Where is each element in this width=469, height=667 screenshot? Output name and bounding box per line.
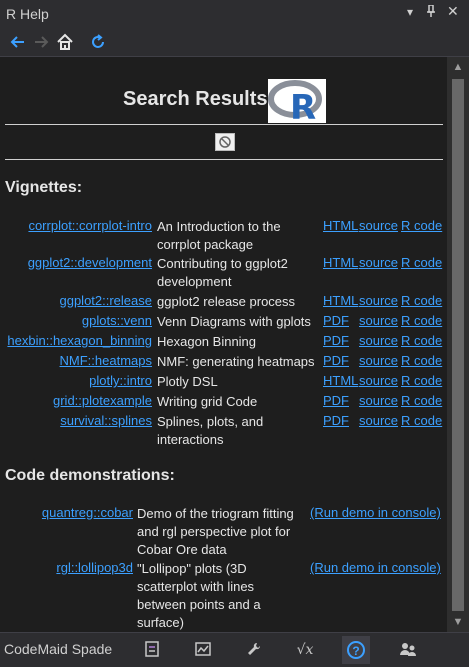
function-icon[interactable]: √x xyxy=(295,640,315,660)
demo-package-link[interactable]: quantreg::cobar xyxy=(42,505,133,520)
dropdown-icon[interactable]: ▾ xyxy=(407,5,413,19)
vignette-rcode-link[interactable]: R code xyxy=(401,393,442,408)
run-demo-link[interactable]: (Run demo in console) xyxy=(310,560,441,575)
vignette-description: Contributing to ggplot2 development xyxy=(157,256,288,289)
help-question-icon: ? xyxy=(347,641,365,659)
vignette-description: Plotly DSL xyxy=(157,374,218,389)
vignette-source-link[interactable]: source xyxy=(359,255,398,270)
people-icon[interactable] xyxy=(398,640,418,660)
solution-explorer-icon[interactable] xyxy=(142,640,162,660)
forward-arrow-icon[interactable] xyxy=(32,33,50,51)
vertical-scrollbar[interactable]: ▲ ▼ xyxy=(447,57,469,632)
vignette-format-link[interactable]: PDF xyxy=(323,353,349,368)
vignette-format-link[interactable]: HTML xyxy=(323,255,358,270)
svg-text:R: R xyxy=(290,88,316,123)
demo-description: Demo of the triogram fitting and rgl per… xyxy=(137,506,294,557)
vignette-rcode-link[interactable]: R code xyxy=(401,413,442,428)
section-code-demonstrations: Code demonstrations: xyxy=(5,467,175,484)
divider xyxy=(5,124,443,125)
vignette-rcode-link[interactable]: R code xyxy=(401,255,442,270)
vignette-rcode-link[interactable]: R code xyxy=(401,373,442,388)
demo-description: "Lollipop" plots (3D scatterplot with li… xyxy=(137,561,261,630)
vignette-description: An Introduction to the corrplot package xyxy=(157,219,281,252)
section-vignettes: Vignettes: xyxy=(5,179,83,196)
title-bar: R Help ▾ ✕ xyxy=(0,0,469,28)
bottom-tab-bar: CodeMaid Spade √x ? xyxy=(0,632,469,667)
help-tab-active[interactable]: ? xyxy=(342,636,370,664)
vignette-rcode-link[interactable]: R code xyxy=(401,218,442,233)
vignette-format-link[interactable]: HTML xyxy=(323,218,358,233)
scroll-down-icon[interactable]: ▼ xyxy=(451,616,465,628)
back-arrow-icon[interactable] xyxy=(9,33,27,51)
vignette-source-link[interactable]: source xyxy=(359,393,398,408)
vignette-format-link[interactable]: HTML xyxy=(323,293,358,308)
vignette-package-link[interactable]: grid::plotexample xyxy=(53,393,152,408)
package-icon xyxy=(215,133,235,151)
vignette-format-link[interactable]: PDF xyxy=(323,393,349,408)
run-demo-link[interactable]: (Run demo in console) xyxy=(310,505,441,520)
vignette-rcode-link[interactable]: R code xyxy=(401,313,442,328)
vignette-description: ggplot2 release process xyxy=(157,294,296,309)
vignette-package-link[interactable]: survival::splines xyxy=(60,413,152,428)
close-icon[interactable]: ✕ xyxy=(447,3,459,20)
vignette-description: Splines, plots, and interactions xyxy=(157,414,264,447)
vignette-source-link[interactable]: source xyxy=(359,413,398,428)
plot-icon[interactable] xyxy=(193,640,213,660)
results-header: Search Results R xyxy=(0,67,445,128)
page-title: Search Results xyxy=(123,88,268,110)
vignette-rcode-link[interactable]: R code xyxy=(401,293,442,308)
vignette-package-link[interactable]: ggplot2::development xyxy=(28,255,152,270)
vignette-description: NMF: generating heatmaps xyxy=(157,354,315,369)
vignette-source-link[interactable]: source xyxy=(359,333,398,348)
toolbar xyxy=(0,28,469,57)
divider xyxy=(5,159,443,160)
home-icon[interactable] xyxy=(56,33,74,51)
scroll-up-icon[interactable]: ▲ xyxy=(451,61,465,73)
vignette-rcode-link[interactable]: R code xyxy=(401,353,442,368)
vignette-package-link[interactable]: hexbin::hexagon_binning xyxy=(7,333,152,348)
vignette-format-link[interactable]: HTML xyxy=(323,373,358,388)
vignette-source-link[interactable]: source xyxy=(359,373,398,388)
vignette-source-link[interactable]: source xyxy=(359,293,398,308)
vignette-source-link[interactable]: source xyxy=(359,353,398,368)
demo-package-link[interactable]: rgl::lollipop3d xyxy=(56,560,133,575)
vignette-source-link[interactable]: source xyxy=(359,218,398,233)
vignette-format-link[interactable]: PDF xyxy=(323,413,349,428)
pin-icon[interactable] xyxy=(426,4,436,21)
vignette-source-link[interactable]: source xyxy=(359,313,398,328)
r-logo-icon: R xyxy=(268,79,326,128)
vignette-description: Venn Diagrams with gplots xyxy=(157,314,311,329)
vignette-package-link[interactable]: gplots::venn xyxy=(82,313,152,328)
vignette-package-link[interactable]: NMF::heatmaps xyxy=(60,353,152,368)
scrollbar-thumb[interactable] xyxy=(452,79,464,611)
vignette-description: Hexagon Binning xyxy=(157,334,257,349)
wrench-icon[interactable] xyxy=(244,640,264,660)
vignette-package-link[interactable]: plotly::intro xyxy=(89,373,152,388)
vignette-package-link[interactable]: ggplot2::release xyxy=(59,293,152,308)
vignette-description: Writing grid Code xyxy=(157,394,258,409)
refresh-icon[interactable] xyxy=(89,33,107,51)
vignette-rcode-link[interactable]: R code xyxy=(401,333,442,348)
help-content: Search Results R Vignettes: corrplot::co… xyxy=(0,57,445,632)
tab-codemaid-spade[interactable]: CodeMaid Spade xyxy=(4,641,112,657)
vignette-package-link[interactable]: corrplot::corrplot-intro xyxy=(28,218,152,233)
vignette-format-link[interactable]: PDF xyxy=(323,313,349,328)
window-title: R Help xyxy=(6,6,49,22)
vignette-format-link[interactable]: PDF xyxy=(323,333,349,348)
